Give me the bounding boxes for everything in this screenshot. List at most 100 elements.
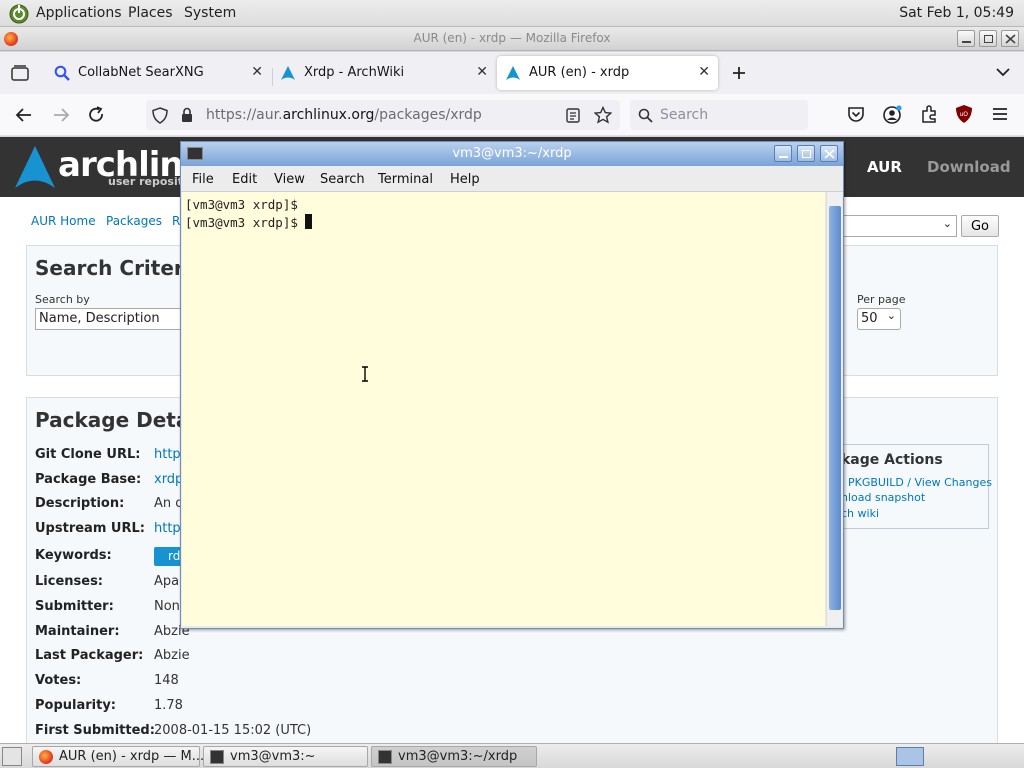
- navigation-toolbar: https://aur.archlinux.org/packages/xrdp …: [0, 94, 1024, 136]
- per-page-label: Per page: [857, 293, 906, 306]
- help-menu[interactable]: Help: [450, 172, 480, 187]
- chevron-down-icon: ⌄: [942, 217, 952, 230]
- packages-link[interactable]: Packages: [106, 214, 162, 228]
- pocket-icon[interactable]: [847, 106, 865, 123]
- arch-logo-icon: [281, 66, 295, 80]
- keyword-badge[interactable]: rd: [154, 547, 182, 566]
- aur-logo-subtitle: user reposito: [108, 175, 191, 188]
- go-button[interactable]: Go: [961, 215, 999, 237]
- places-menu[interactable]: Places: [128, 5, 173, 21]
- ibeam-cursor-icon: [362, 366, 368, 382]
- chevron-down-icon: ⌄: [886, 309, 896, 322]
- shield-icon[interactable]: [152, 107, 168, 124]
- tab-bar: CollabNet SearXNG ✕ Xrdp - ArchWiki ✕ AU…: [0, 52, 1024, 94]
- taskbar-item-label: vm3@vm3:~/xrdp: [398, 749, 518, 764]
- ublock-origin-icon[interactable]: uO: [955, 104, 973, 124]
- show-desktop-button[interactable]: [2, 747, 22, 766]
- search-wiki-link[interactable]: ch wiki: [841, 507, 879, 520]
- package-base-label: Package Base:: [35, 472, 142, 487]
- gnome-foot-icon[interactable]: [9, 4, 29, 24]
- tab-aur-xrdp[interactable]: AUR (en) - xrdp ✕: [497, 56, 718, 90]
- package-actions-heading: kage Actions: [841, 452, 943, 468]
- taskbar-item-label: AUR (en) - xrdp — M...: [59, 749, 205, 764]
- arch-logo-icon: [506, 66, 520, 80]
- close-tab-icon[interactable]: ✕: [698, 64, 710, 80]
- terminal-output[interactable]: [vm3@vm3 xrdp]$ [vm3@vm3 xrdp]$: [182, 192, 825, 626]
- search-bar[interactable]: Search: [630, 100, 808, 130]
- tab-label: AUR (en) - xrdp: [529, 65, 630, 80]
- firefox-icon: [39, 750, 53, 764]
- terminal-close-button[interactable]: [820, 145, 838, 162]
- clock[interactable]: Sat Feb 1, 05:49: [899, 5, 1014, 21]
- reload-icon[interactable]: [86, 105, 106, 125]
- view-menu[interactable]: View: [274, 172, 305, 187]
- top-panel: Applications Places System Sat Feb 1, 05…: [0, 0, 1024, 27]
- description-label: Description:: [35, 496, 125, 511]
- package-actions-box: kage Actions PKGBUILD / View Changes nlo…: [838, 444, 992, 529]
- new-tab-icon[interactable]: [732, 66, 746, 80]
- applications-menu[interactable]: Applications: [36, 5, 122, 21]
- forward-icon[interactable]: [51, 105, 71, 125]
- scrollbar-thumb[interactable]: [829, 206, 841, 610]
- edit-menu[interactable]: Edit: [232, 172, 257, 187]
- search-icon: [54, 65, 70, 81]
- votes-label: Votes:: [35, 673, 82, 688]
- terminal-menubar: File Edit View Search Terminal Help: [181, 166, 843, 192]
- workspace-switcher[interactable]: [896, 747, 924, 766]
- search-menu[interactable]: Search: [320, 172, 365, 187]
- per-page-select[interactable]: 50 ⌄: [857, 308, 901, 330]
- taskbar-item-label: vm3@vm3:~: [230, 749, 316, 764]
- search-by-select[interactable]: Name, Description: [35, 308, 195, 330]
- terminal-window[interactable]: vm3@vm3:~/xrdp File Edit View Search Ter…: [180, 141, 844, 629]
- back-icon[interactable]: [14, 105, 34, 125]
- first-submitted-label: First Submitted:: [35, 723, 155, 738]
- terminal-icon: [378, 750, 392, 764]
- description-value: An o: [154, 496, 184, 511]
- arch-logo-icon[interactable]: [14, 145, 56, 189]
- tab-archwiki[interactable]: Xrdp - ArchWiki ✕: [272, 56, 496, 90]
- taskbar-item-firefox[interactable]: AUR (en) - xrdp — M...: [32, 746, 204, 767]
- aur-home-link[interactable]: AUR Home: [31, 214, 96, 228]
- git-clone-url-label: Git Clone URL:: [35, 447, 141, 462]
- taskbar-item-terminal-xrdp[interactable]: vm3@vm3:~/xrdp: [371, 746, 537, 767]
- tab-searxng[interactable]: CollabNet SearXNG ✕: [46, 56, 271, 90]
- taskbar-item-terminal-home[interactable]: vm3@vm3:~: [203, 746, 368, 767]
- download-snapshot-link[interactable]: nload snapshot: [841, 491, 925, 504]
- bookmark-star-icon[interactable]: [594, 106, 612, 124]
- file-menu[interactable]: File: [192, 172, 214, 187]
- maximize-button[interactable]: [979, 30, 997, 47]
- firefox-titlebar[interactable]: AUR (en) - xrdp — Mozilla Firefox: [0, 27, 1024, 51]
- package-base-value[interactable]: xrdp: [154, 472, 183, 487]
- terminal-maximize-button[interactable]: [797, 145, 815, 162]
- tab-overview-icon[interactable]: [11, 65, 29, 81]
- nav-aur-link[interactable]: AUR: [867, 158, 902, 176]
- list-all-tabs-icon[interactable]: [996, 68, 1010, 77]
- account-icon[interactable]: [883, 105, 903, 125]
- terminal-titlebar[interactable]: vm3@vm3:~/xrdp: [181, 142, 843, 166]
- url-bar[interactable]: https://aur.archlinux.org/packages/xrdp: [146, 100, 620, 130]
- system-menu[interactable]: System: [184, 5, 236, 21]
- maintainer-label: Maintainer:: [35, 624, 120, 639]
- url-text[interactable]: https://aur.archlinux.org/packages/xrdp: [206, 107, 482, 123]
- terminal-scrollbar[interactable]: [826, 192, 842, 626]
- close-tab-icon[interactable]: ✕: [251, 64, 263, 80]
- hamburger-menu-icon[interactable]: [992, 107, 1008, 121]
- nav-download-link[interactable]: Download: [927, 158, 1011, 176]
- search-by-label: Search by: [35, 293, 90, 306]
- close-tab-icon[interactable]: ✕: [476, 64, 488, 80]
- minimize-button[interactable]: [957, 30, 975, 47]
- last-packager-value[interactable]: Abzie: [154, 648, 190, 663]
- extensions-icon[interactable]: [920, 105, 938, 124]
- terminal-line: [vm3@vm3 xrdp]$: [185, 197, 298, 212]
- submitter-label: Submitter:: [35, 599, 114, 614]
- top-dropdown[interactable]: ⌄: [842, 215, 957, 237]
- first-submitted-value: 2008-01-15 15:02 (UTC): [154, 723, 312, 738]
- reader-view-icon[interactable]: [566, 108, 580, 123]
- terminal-minimize-button[interactable]: [774, 145, 792, 162]
- keywords-label: Keywords:: [35, 548, 112, 563]
- close-button[interactable]: [1001, 30, 1019, 47]
- terminal-menu[interactable]: Terminal: [378, 172, 433, 187]
- lock-icon[interactable]: [180, 107, 194, 123]
- window-title: AUR (en) - xrdp — Mozilla Firefox: [413, 31, 611, 45]
- view-pkgbuild-link[interactable]: PKGBUILD / View Changes: [848, 476, 992, 489]
